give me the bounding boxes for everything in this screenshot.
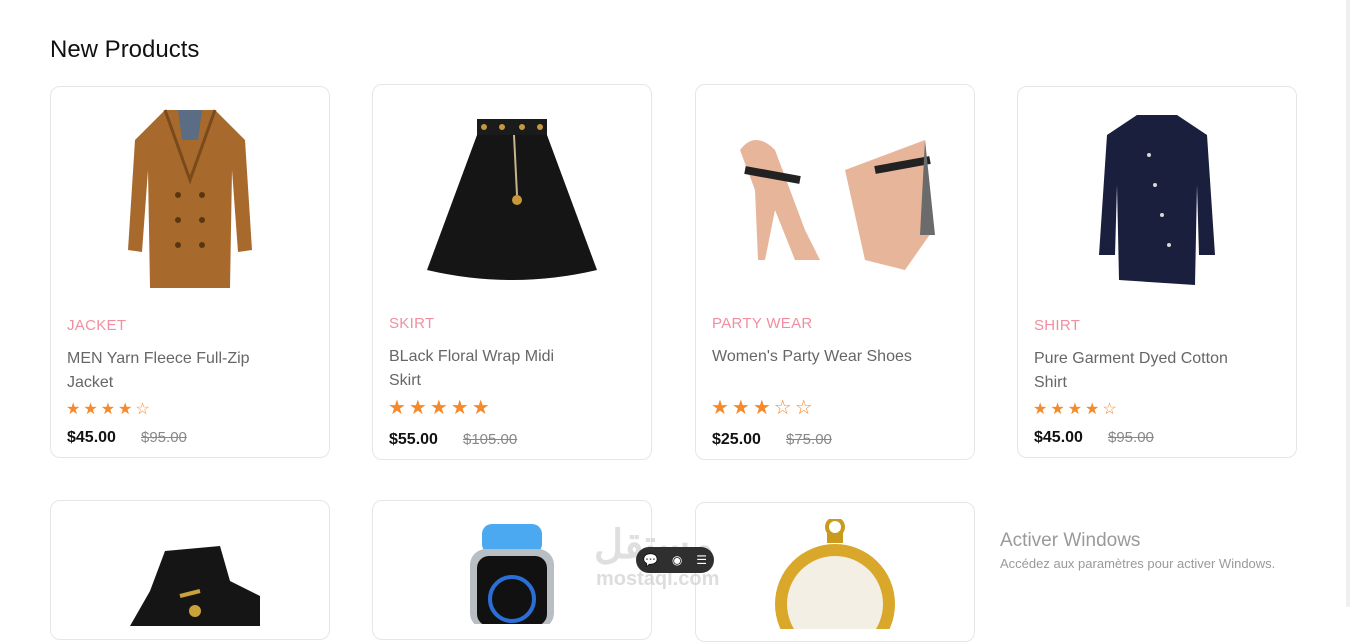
- product-card-pocket-watch[interactable]: [695, 502, 975, 642]
- pocket-watch-image[interactable]: [696, 519, 974, 629]
- product-category: PARTY WEAR: [712, 315, 813, 332]
- product-old-price: $95.00: [1108, 429, 1154, 446]
- product-price: $45.00: [67, 429, 116, 446]
- eye-icon[interactable]: ◉: [672, 553, 682, 567]
- windows-activation-subtitle: Accédez aux paramètres pour activer Wind…: [1000, 556, 1276, 571]
- rating-stars: ★★★★☆: [66, 401, 153, 418]
- black-sneaker-image[interactable]: [51, 531, 329, 631]
- product-name[interactable]: MEN Yarn Fleece Full-Zip Jacket: [67, 347, 267, 395]
- product-old-price: $75.00: [786, 431, 832, 448]
- rating-stars: ★★★★☆: [1033, 401, 1120, 418]
- black-skirt-image[interactable]: [373, 95, 651, 295]
- windows-activation-title: Activer Windows: [1000, 530, 1141, 551]
- product-category: SHIRT: [1034, 317, 1081, 334]
- navy-shirt-image[interactable]: [1018, 97, 1296, 297]
- product-name[interactable]: BLack Floral Wrap Midi Skirt: [389, 345, 589, 393]
- product-name[interactable]: Women's Party Wear Shoes: [712, 345, 912, 369]
- product-card-skirt[interactable]: SKIRT BLack Floral Wrap Midi Skirt ★★★★★…: [372, 84, 652, 460]
- product-price: $45.00: [1034, 429, 1083, 446]
- product-name[interactable]: Pure Garment Dyed Cotton Shirt: [1034, 347, 1234, 395]
- product-old-price: $95.00: [141, 429, 187, 446]
- product-card-sneaker[interactable]: [50, 500, 330, 640]
- product-old-price: $105.00: [463, 431, 518, 448]
- brown-coat-image[interactable]: [51, 97, 329, 297]
- scrollbar[interactable]: [1346, 0, 1350, 607]
- product-category: SKIRT: [389, 315, 435, 332]
- product-card-party-wear[interactable]: PARTY WEAR Women's Party Wear Shoes ★★★☆…: [695, 84, 975, 460]
- product-card-shirt[interactable]: SHIRT Pure Garment Dyed Cotton Shirt ★★★…: [1017, 86, 1297, 458]
- page-title: New Products: [50, 36, 200, 63]
- menu-icon[interactable]: ☰: [696, 553, 707, 567]
- product-card-jacket[interactable]: JACKET MEN Yarn Fleece Full-Zip Jacket ★…: [50, 86, 330, 458]
- product-price: $25.00: [712, 431, 761, 448]
- party-heels-image[interactable]: [696, 95, 974, 295]
- chat-icon[interactable]: 💬: [643, 553, 658, 567]
- windows-activation-notice: Activer Windows Accédez aux paramètres p…: [1000, 530, 1275, 571]
- product-category: JACKET: [67, 317, 127, 334]
- floating-toolbar[interactable]: 💬 ◉ ☰: [636, 547, 714, 573]
- rating-stars: ★★★★★: [388, 397, 493, 419]
- product-price: $55.00: [389, 431, 438, 448]
- rating-stars: ★★★☆☆: [711, 397, 816, 419]
